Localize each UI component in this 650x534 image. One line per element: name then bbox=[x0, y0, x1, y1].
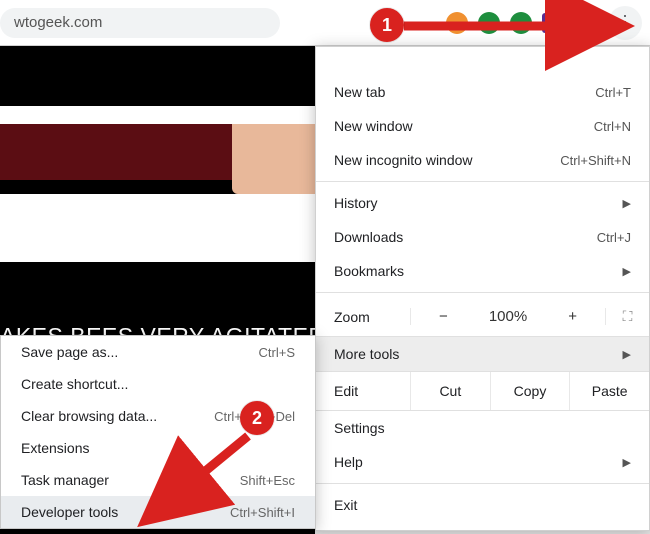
browser-toolbar: wtogeek.com 8 ⋮ bbox=[0, 0, 650, 46]
menu-item-downloads[interactable]: Downloads Ctrl+J bbox=[316, 220, 649, 254]
submenu-item-extensions[interactable]: Extensions bbox=[1, 432, 315, 464]
copy-button[interactable]: Copy bbox=[490, 372, 570, 410]
menu-item-edit: Edit Cut Copy Paste bbox=[316, 371, 649, 411]
extension-icon[interactable] bbox=[510, 12, 532, 34]
chrome-main-menu: New tab Ctrl+T New window Ctrl+N New inc… bbox=[315, 46, 650, 531]
menu-item-settings[interactable]: Settings bbox=[316, 411, 649, 445]
menu-item-new-window[interactable]: New window Ctrl+N bbox=[316, 109, 649, 143]
menu-item-new-tab[interactable]: New tab Ctrl+T bbox=[316, 75, 649, 109]
submenu-item-save-page[interactable]: Save page as... Ctrl+S bbox=[1, 336, 315, 368]
annotation-step-2: 2 bbox=[240, 401, 274, 435]
more-tools-submenu: Save page as... Ctrl+S Create shortcut..… bbox=[0, 335, 316, 529]
submenu-item-developer-tools[interactable]: Developer tools Ctrl+Shift+I bbox=[1, 496, 315, 528]
menu-item-zoom: Zoom − 100% + ⛶ bbox=[316, 297, 649, 337]
zoom-out-button[interactable]: − bbox=[410, 308, 476, 325]
zoom-value: 100% bbox=[476, 308, 541, 325]
extension-icon[interactable] bbox=[446, 12, 468, 34]
fullscreen-icon[interactable]: ⛶ bbox=[605, 308, 649, 325]
submenu-item-task-manager[interactable]: Task manager Shift+Esc bbox=[1, 464, 315, 496]
extension-badge-icon[interactable]: 8 bbox=[542, 13, 562, 33]
submenu-item-create-shortcut[interactable]: Create shortcut... bbox=[1, 368, 315, 400]
chevron-right-icon: ▶ bbox=[623, 265, 631, 278]
chevron-right-icon: ▶ bbox=[623, 456, 631, 469]
extension-icon[interactable] bbox=[478, 12, 500, 34]
menu-item-exit[interactable]: Exit bbox=[316, 488, 649, 522]
extension-icons: 8 ⋮ bbox=[446, 6, 650, 40]
annotation-step-1: 1 bbox=[370, 8, 404, 42]
menu-item-bookmarks[interactable]: Bookmarks ▶ bbox=[316, 254, 649, 288]
zoom-in-button[interactable]: + bbox=[540, 308, 605, 325]
cut-button[interactable]: Cut bbox=[410, 372, 490, 410]
address-bar[interactable]: wtogeek.com bbox=[0, 8, 280, 38]
menu-item-more-tools[interactable]: More tools ▶ bbox=[316, 337, 649, 371]
paste-button[interactable]: Paste bbox=[569, 372, 649, 410]
menu-item-help[interactable]: Help ▶ bbox=[316, 445, 649, 479]
profile-avatar[interactable] bbox=[572, 10, 598, 36]
chevron-right-icon: ▶ bbox=[623, 348, 631, 361]
chevron-right-icon: ▶ bbox=[623, 197, 631, 210]
url-text: wtogeek.com bbox=[14, 14, 102, 31]
chrome-menu-button[interactable]: ⋮ bbox=[608, 6, 642, 40]
menu-item-incognito[interactable]: New incognito window Ctrl+Shift+N bbox=[316, 143, 649, 177]
menu-item-history[interactable]: History ▶ bbox=[316, 186, 649, 220]
